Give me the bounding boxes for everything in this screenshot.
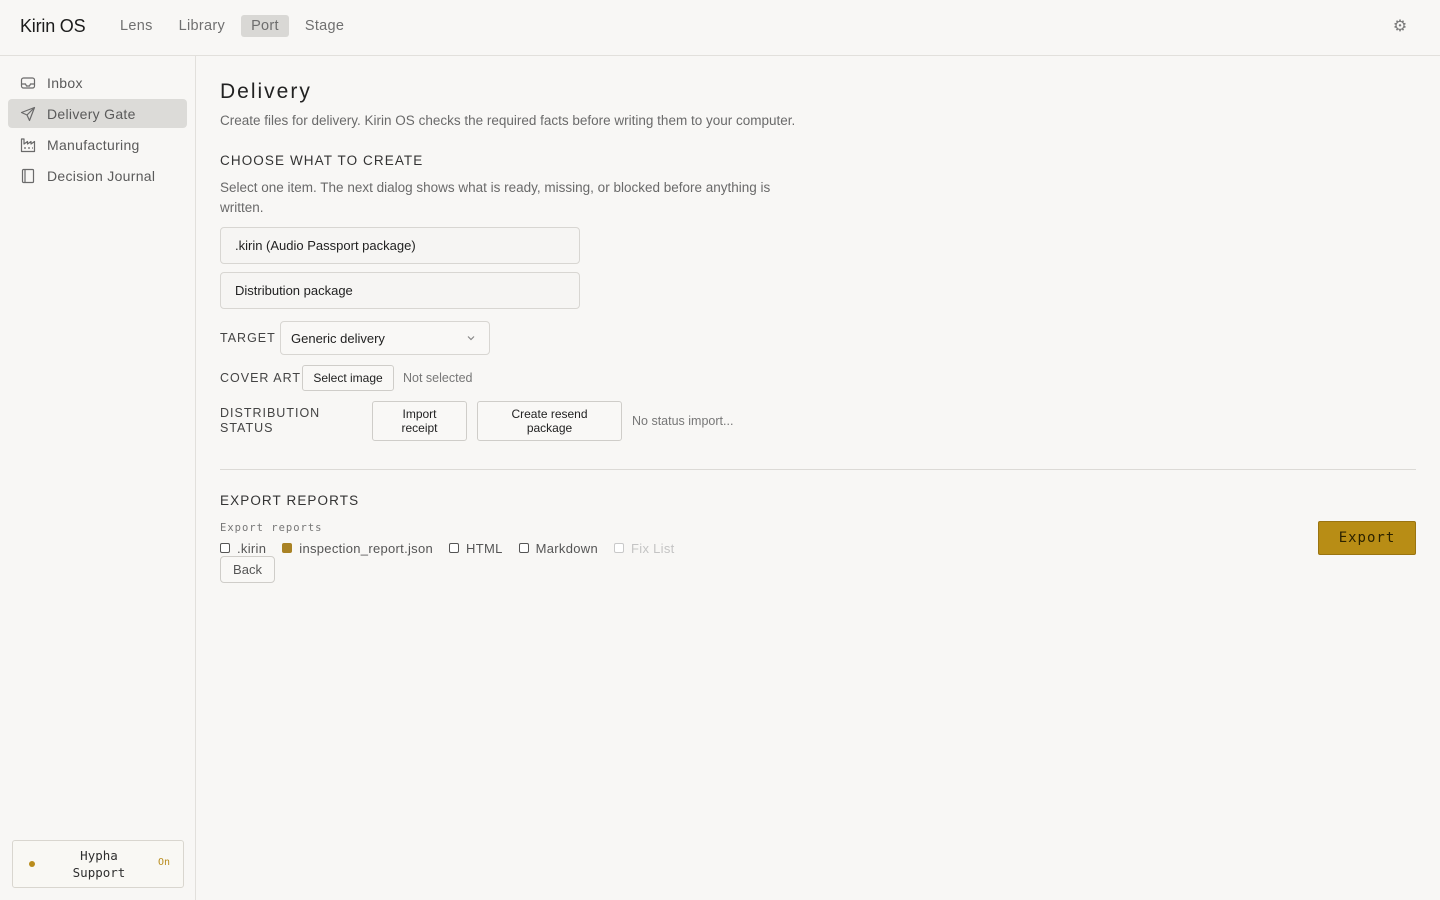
app-title: Kirin OS bbox=[20, 16, 86, 36]
chevron-down-icon bbox=[467, 336, 475, 341]
export-button[interactable]: Export bbox=[1318, 521, 1416, 555]
checkbox-inspection-report-json[interactable]: inspection_report.json bbox=[282, 541, 433, 556]
distribution-status-label-line2: STATUS bbox=[220, 421, 274, 435]
create-section-description: Select one item. The next dialog shows w… bbox=[220, 180, 771, 215]
nav-tab-library[interactable]: Library bbox=[169, 15, 235, 37]
checkbox-kirin[interactable]: .kirin bbox=[220, 541, 266, 556]
journal-icon bbox=[20, 168, 36, 184]
checkbox-box[interactable] bbox=[518, 543, 529, 553]
checkbox-label: Markdown bbox=[535, 540, 599, 556]
checkbox-box[interactable] bbox=[449, 543, 460, 553]
checkbox-label: .kirin bbox=[237, 540, 267, 556]
target-label: TARGET bbox=[220, 331, 276, 345]
checkbox-label: Fix List bbox=[631, 540, 675, 556]
top-bar: Kirin OS Lens Library Port Stage ⚙ bbox=[0, 0, 1440, 56]
option-kirin-package[interactable]: .kirin (Audio Passport package) bbox=[220, 227, 580, 264]
sidebar-item-manufacturing[interactable]: Manufacturing bbox=[8, 130, 187, 159]
checkbox-box[interactable] bbox=[220, 543, 230, 553]
page-title: Delivery bbox=[220, 80, 312, 103]
support-label: Hypha Support bbox=[72, 848, 126, 880]
resend-label-line2: package bbox=[526, 421, 573, 435]
divider bbox=[220, 469, 1416, 470]
nav-tab-stage[interactable]: Stage bbox=[295, 15, 354, 37]
hypha-support-card[interactable]: Hypha Support On bbox=[12, 840, 184, 888]
create-resend-package-button[interactable]: Create resend package bbox=[477, 401, 622, 441]
checkbox-html[interactable]: HTML bbox=[449, 541, 503, 556]
export-reports-caption: Export reports bbox=[220, 522, 323, 534]
checkbox-box-disabled bbox=[614, 543, 625, 553]
nav-tab-port[interactable]: Port bbox=[241, 15, 289, 37]
export-format-checkboxes: .kirin inspection_report.json HTML Markd… bbox=[220, 540, 691, 556]
nav-tab-lens[interactable]: Lens bbox=[110, 15, 163, 37]
import-receipt-label-line2: receipt bbox=[401, 421, 438, 435]
export-section-title: EXPORT REPORTS bbox=[220, 493, 360, 508]
checkbox-box-checked[interactable] bbox=[282, 543, 293, 553]
checkbox-markdown[interactable]: Markdown bbox=[518, 540, 599, 556]
resend-label-line1: Create resend bbox=[511, 407, 588, 421]
distribution-status-label-line1: DISTRIBUTION bbox=[220, 406, 321, 420]
sidebar-item-label: Delivery Gate bbox=[47, 105, 136, 122]
sidebar-item-label: Manufacturing bbox=[47, 136, 140, 153]
import-receipt-label-line1: Import bbox=[402, 407, 437, 421]
import-receipt-button[interactable]: Import receipt bbox=[372, 401, 467, 441]
sidebar-item-label: Inbox bbox=[47, 74, 83, 91]
sidebar-item-decision-journal[interactable]: Decision Journal bbox=[8, 161, 187, 190]
checkbox-label: inspection_report.json bbox=[299, 540, 434, 556]
page-description: Create files for delivery. Kirin OS chec… bbox=[220, 113, 796, 128]
sidebar-item-inbox[interactable]: Inbox bbox=[8, 68, 187, 97]
back-button[interactable]: Back bbox=[220, 556, 275, 583]
cover-art-label: COVER ART bbox=[220, 371, 302, 385]
distribution-status-label: DISTRIBUTION STATUS bbox=[220, 406, 320, 436]
cover-art-status: Not selected bbox=[403, 371, 473, 385]
status-dot-icon bbox=[29, 861, 35, 867]
factory-icon bbox=[20, 137, 36, 153]
sidebar-item-label: Decision Journal bbox=[47, 167, 156, 184]
top-nav: Lens Library Port Stage bbox=[110, 15, 354, 37]
sidebar-item-delivery-gate[interactable]: Delivery Gate bbox=[8, 99, 187, 128]
checkbox-fix-list: Fix List bbox=[614, 541, 675, 556]
create-section-title: CHOOSE WHAT TO CREATE bbox=[220, 153, 424, 168]
target-select-value: Generic delivery bbox=[291, 330, 385, 346]
select-image-button[interactable]: Select image bbox=[302, 365, 394, 391]
gear-icon[interactable]: ⚙ bbox=[1390, 17, 1410, 37]
option-distribution-package[interactable]: Distribution package bbox=[220, 272, 580, 309]
sidebar: Inbox Delivery Gate Manufacturing Decisi… bbox=[0, 56, 196, 900]
send-icon bbox=[20, 106, 36, 122]
support-status: On bbox=[157, 857, 170, 868]
checkbox-label: HTML bbox=[466, 540, 503, 556]
target-select[interactable]: Generic delivery bbox=[280, 321, 490, 355]
inbox-icon bbox=[20, 75, 36, 91]
distribution-status-text: No status import... bbox=[632, 414, 734, 428]
